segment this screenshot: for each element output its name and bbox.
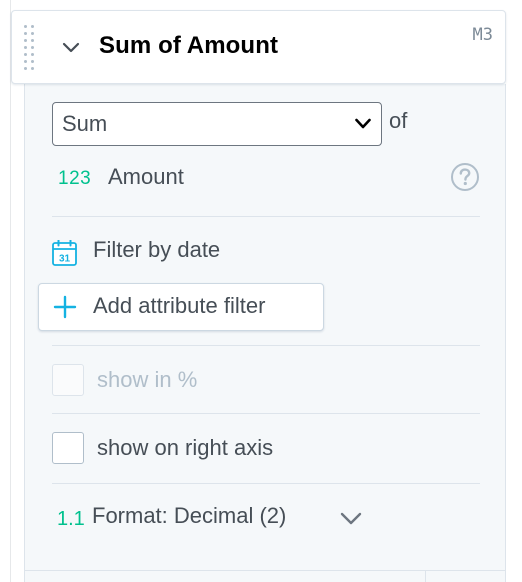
panel-bottom-border xyxy=(24,570,506,571)
show-on-right-axis-label: show on right axis xyxy=(97,435,274,460)
measure-badge: M3 xyxy=(472,25,493,45)
add-attribute-filter-button[interactable]: Add attribute filter xyxy=(38,283,324,331)
calendar-day: 31 xyxy=(59,254,71,265)
measure-header[interactable]: Sum of Amount M3 xyxy=(11,10,506,84)
calendar-icon: 31 xyxy=(52,240,77,266)
divider xyxy=(52,413,480,414)
chevron-down-icon xyxy=(355,118,371,129)
measure-attribute-label: Amount xyxy=(108,164,184,189)
of-label: of xyxy=(389,108,408,133)
question-circle-icon[interactable] xyxy=(450,162,480,192)
left-rail xyxy=(0,0,22,582)
measure-title: Sum of Amount xyxy=(99,32,279,59)
format-dropdown[interactable]: Format: Decimal (2) xyxy=(92,503,286,529)
decimal-format-icon: 1.1 xyxy=(57,508,85,530)
plus-icon xyxy=(53,295,77,319)
filter-by-date-link[interactable]: Filter by date xyxy=(93,237,220,263)
numeric-attribute-icon: 123 xyxy=(58,168,92,189)
show-on-right-axis-checkbox[interactable] xyxy=(52,432,84,464)
aggregation-select-value: Sum xyxy=(62,111,108,136)
divider xyxy=(52,345,480,346)
show-in-percent-label: show in % xyxy=(97,367,198,392)
outer-border-line xyxy=(10,0,11,582)
show-in-percent-checkbox[interactable] xyxy=(52,364,84,396)
aggregation-select[interactable]: Sum xyxy=(52,102,382,146)
divider xyxy=(52,483,480,484)
chevron-down-icon[interactable] xyxy=(62,41,80,55)
add-attribute-filter-label: Add attribute filter xyxy=(93,293,266,318)
divider xyxy=(52,216,480,217)
grip-dots-icon[interactable] xyxy=(24,25,40,71)
chevron-down-icon[interactable] xyxy=(340,512,362,526)
panel-notch xyxy=(425,570,426,582)
